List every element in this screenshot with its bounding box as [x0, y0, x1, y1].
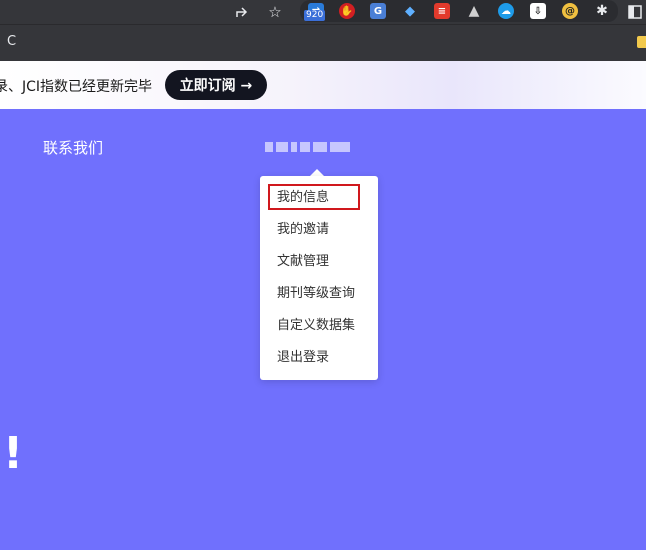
bookmark-item[interactable]: C: [7, 34, 16, 49]
extension-mountain-icon[interactable]: ▲: [466, 3, 482, 19]
bookmark-star-icon[interactable]: ☆: [266, 3, 284, 21]
browser-toolbar: ☆ ⇄ ✋ G ◆ ≡ ▲ ☁ ⇩ @ ✱ 920: [0, 0, 646, 24]
banner-text: 录、JCI指数已经更新完毕: [0, 79, 153, 95]
extensions-puzzle-icon[interactable]: ✱: [594, 3, 610, 19]
user-dropdown-menu: 我的信息 我的邀请 文献管理 期刊等级查询 自定义数据集 退出登录: [260, 176, 378, 380]
extension-stop-icon[interactable]: ✋: [339, 3, 355, 19]
extension-cloud-icon[interactable]: ☁: [498, 3, 514, 19]
username-masked[interactable]: [265, 140, 355, 154]
menu-item-reference-management[interactable]: 文献管理: [277, 252, 329, 272]
extension-diamond-icon[interactable]: ◆: [402, 3, 418, 19]
extensions-group: ⇄ ✋ G ◆ ≡ ▲ ☁ ⇩ @ ✱: [300, 0, 618, 22]
menu-item-my-info[interactable]: 我的信息: [277, 188, 329, 208]
bookmarks-bar: C: [0, 24, 646, 62]
contact-us-link[interactable]: 联系我们: [43, 137, 103, 158]
notification-banner: 录、JCI指数已经更新完毕: [0, 61, 646, 109]
subscribe-button[interactable]: 立即订阅 →: [165, 70, 267, 100]
menu-item-my-invitations[interactable]: 我的邀请: [277, 220, 329, 240]
extension-download-icon[interactable]: ⇩: [530, 3, 546, 19]
hero-exclamation: !: [3, 428, 24, 479]
bookmark-folder-icon[interactable]: [637, 36, 646, 48]
extension-translate-icon[interactable]: G: [370, 3, 386, 19]
extension-note-icon[interactable]: ≡: [434, 3, 450, 19]
extension-at-icon[interactable]: @: [562, 3, 578, 19]
menu-item-logout[interactable]: 退出登录: [277, 348, 329, 368]
share-icon[interactable]: [234, 3, 252, 21]
sidepanel-icon[interactable]: [626, 3, 644, 21]
extension-badge: 920: [304, 10, 326, 21]
menu-item-journal-rank-query[interactable]: 期刊等级查询: [277, 284, 355, 304]
menu-item-custom-dataset[interactable]: 自定义数据集: [277, 316, 355, 336]
